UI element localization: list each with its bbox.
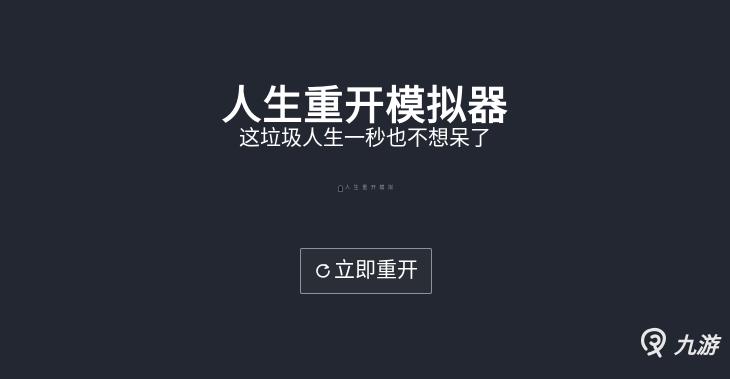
tiny-logo-text: 人 生 重 开 模 拟 bbox=[345, 185, 394, 191]
restart-now-button[interactable]: 立即重开 bbox=[300, 248, 432, 294]
watermark-text: 九游 bbox=[673, 334, 718, 359]
nine-game-watermark: 九游 bbox=[635, 324, 718, 370]
nine-game-logo-icon bbox=[635, 324, 673, 370]
refresh-icon bbox=[314, 262, 332, 280]
page-title: 人生重开模拟器 bbox=[221, 83, 509, 129]
page-subtitle: 这垃圾人生一秒也不想呆了 bbox=[239, 126, 491, 150]
tiny-logo-strip: 人 生 重 开 模 拟 bbox=[338, 184, 394, 192]
life-restart-simulator-screen: 人生重开模拟器 这垃圾人生一秒也不想呆了 人 生 重 开 模 拟 立即重开 九游 bbox=[0, 0, 730, 379]
restart-button-label: 立即重开 bbox=[334, 259, 418, 282]
small-logo-icon bbox=[338, 184, 344, 192]
